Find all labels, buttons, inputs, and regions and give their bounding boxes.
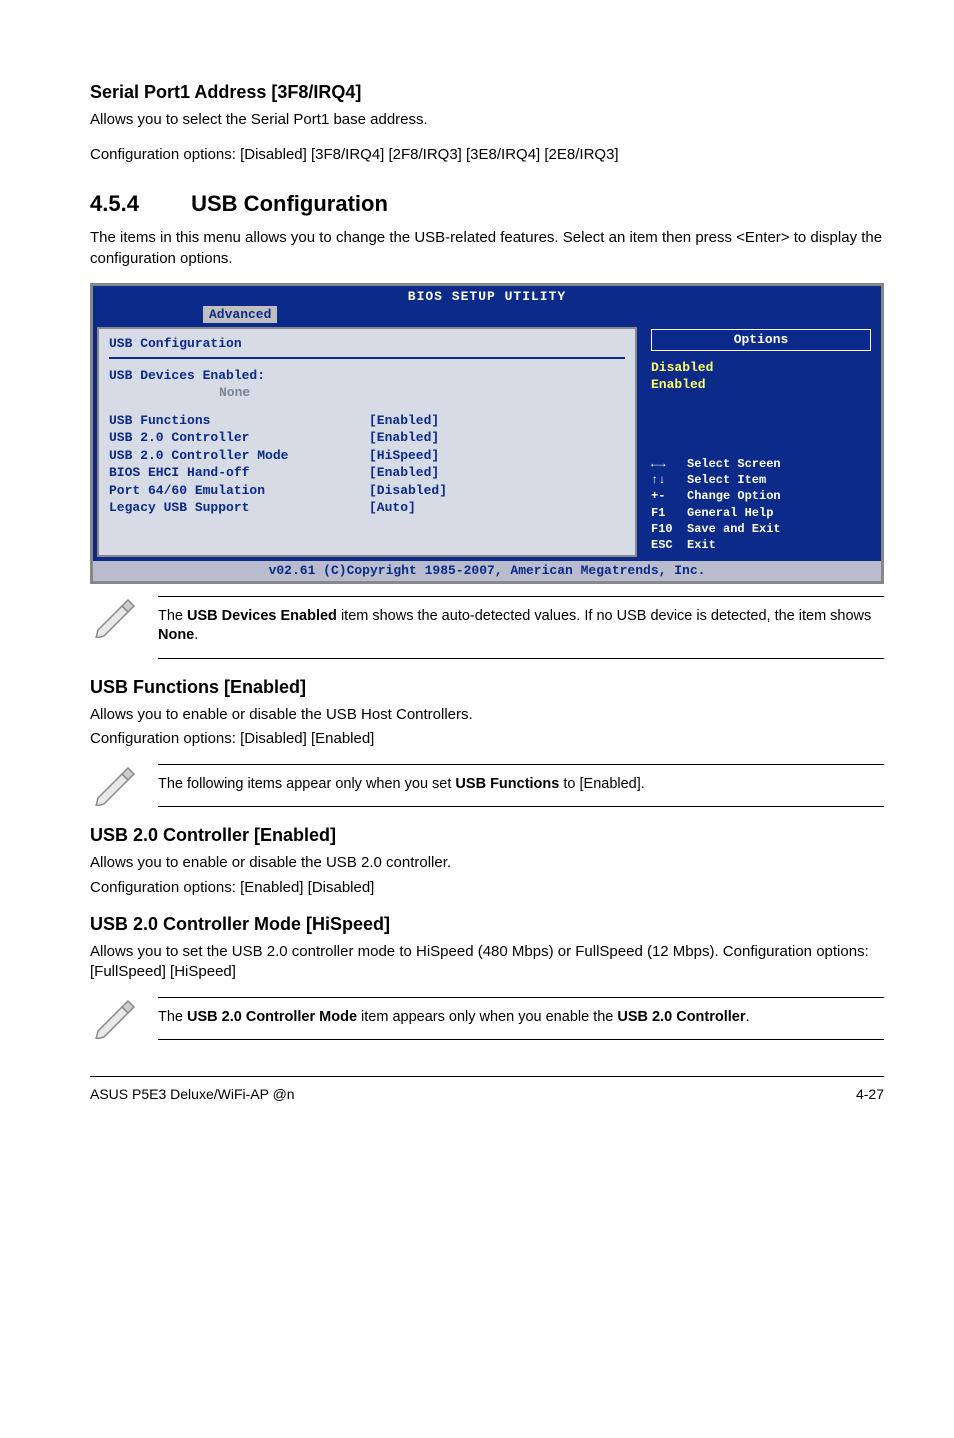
note-text: The xyxy=(158,1009,187,1025)
footer-page-number: 4-27 xyxy=(856,1085,884,1104)
para-usb-controller-desc: Allows you to enable or disable the USB … xyxy=(90,853,884,873)
para-serial-port1-opts: Configuration options: [Disabled] [3F8/I… xyxy=(90,145,884,165)
bios-tab-advanced: Advanced xyxy=(203,306,277,324)
nav-text: Change Option xyxy=(687,489,781,503)
pencil-icon xyxy=(92,997,140,1039)
para-controller-mode: Allows you to set the USB 2.0 controller… xyxy=(90,942,884,983)
para-usb-functions-opts: Configuration options: [Disabled] [Enabl… xyxy=(90,729,884,749)
note-controller-mode: The USB 2.0 Controller Mode item appears… xyxy=(90,997,884,1041)
bios-val: [Enabled] xyxy=(369,412,439,430)
heading-controller-mode: USB 2.0 Controller Mode [HiSpeed] xyxy=(90,912,884,936)
nav-key: +- xyxy=(651,488,687,504)
nav-key: ←→ xyxy=(651,456,687,472)
bios-lbl: Legacy USB Support xyxy=(109,499,369,517)
bios-row-usb-controller: USB 2.0 Controller [Enabled] xyxy=(109,429,625,447)
note-bold: USB 2.0 Controller xyxy=(617,1009,745,1025)
bios-screenshot: BIOS SETUP UTILITY Advanced USB Configur… xyxy=(90,283,884,584)
bios-val: [Enabled] xyxy=(369,464,439,482)
bios-devices-value: None xyxy=(109,384,625,402)
note-text: item appears only when you enable the xyxy=(357,1009,617,1025)
note-text: The following items appear only when you… xyxy=(158,776,455,792)
para-usb-functions-desc: Allows you to enable or disable the USB … xyxy=(90,705,884,725)
bios-lbl: USB Functions xyxy=(109,412,369,430)
nav-key: F10 xyxy=(651,521,687,537)
note-text: . xyxy=(746,1009,750,1025)
note-bold: USB Devices Enabled xyxy=(187,608,337,624)
heading-usb-functions: USB Functions [Enabled] xyxy=(90,675,884,699)
bios-options-header: Options xyxy=(651,329,871,351)
bios-val: [Disabled] xyxy=(369,482,447,500)
nav-text: Save and Exit xyxy=(687,522,781,536)
pencil-icon xyxy=(92,596,140,638)
note-usb-functions-enabled: The following items appear only when you… xyxy=(90,764,884,808)
heading-usb-controller: USB 2.0 Controller [Enabled] xyxy=(90,823,884,847)
bios-option-disabled: Disabled xyxy=(651,359,871,377)
bios-right-panel: Options Disabled Enabled ←→Select Screen… xyxy=(641,323,881,561)
bios-lbl: BIOS EHCI Hand-off xyxy=(109,464,369,482)
note-text: item shows the auto-detected values. If … xyxy=(337,608,871,624)
bios-val: [Auto] xyxy=(369,499,416,517)
bios-val: [Enabled] xyxy=(369,429,439,447)
nav-text: Select Screen xyxy=(687,457,781,471)
heading-usb-configuration: 4.5.4 USB Configuration xyxy=(90,189,884,219)
bios-copyright: v02.61 (C)Copyright 1985-2007, American … xyxy=(93,561,881,581)
nav-text: General Help xyxy=(687,506,773,520)
bios-lbl: USB 2.0 Controller Mode xyxy=(109,447,369,465)
bios-panel-header: USB Configuration xyxy=(109,335,625,353)
bios-nav-help: ←→Select Screen ↑↓Select Item +-Change O… xyxy=(651,456,781,553)
note-bold: None xyxy=(158,627,194,643)
section-number: 4.5.4 xyxy=(90,189,185,219)
nav-key: ↑↓ xyxy=(651,472,687,488)
note-text: The xyxy=(158,608,187,624)
bios-title: BIOS SETUP UTILITY xyxy=(93,286,881,306)
heading-serial-port1: Serial Port1 Address [3F8/IRQ4] xyxy=(90,80,884,104)
note-bold: USB 2.0 Controller Mode xyxy=(187,1009,357,1025)
bios-row-ehci-handoff: BIOS EHCI Hand-off [Enabled] xyxy=(109,464,625,482)
bios-lbl: USB 2.0 Controller xyxy=(109,429,369,447)
bios-devices-label: USB Devices Enabled: xyxy=(109,367,625,385)
bios-row-usb-functions: USB Functions [Enabled] xyxy=(109,412,625,430)
bios-row-legacy-usb: Legacy USB Support [Auto] xyxy=(109,499,625,517)
nav-key: ESC xyxy=(651,537,687,553)
pencil-icon xyxy=(92,764,140,806)
bios-left-panel: USB Configuration USB Devices Enabled: N… xyxy=(97,327,637,557)
page-footer: ASUS P5E3 Deluxe/WiFi-AP @n 4-27 xyxy=(90,1076,884,1104)
para-serial-port1-desc: Allows you to select the Serial Port1 ba… xyxy=(90,110,884,130)
nav-key: F1 xyxy=(651,505,687,521)
note-usb-devices-enabled: The USB Devices Enabled item shows the a… xyxy=(90,596,884,659)
para-usb-controller-opts: Configuration options: [Enabled] [Disabl… xyxy=(90,878,884,898)
bios-row-port6460: Port 64/60 Emulation [Disabled] xyxy=(109,482,625,500)
note-bold: USB Functions xyxy=(455,776,559,792)
section-title: USB Configuration xyxy=(191,191,388,216)
nav-text: Select Item xyxy=(687,473,766,487)
bios-option-enabled: Enabled xyxy=(651,376,871,394)
nav-text: Exit xyxy=(687,538,716,552)
bios-row-controller-mode: USB 2.0 Controller Mode [HiSpeed] xyxy=(109,447,625,465)
note-text: to [Enabled]. xyxy=(559,776,644,792)
note-text: . xyxy=(194,627,198,643)
footer-product: ASUS P5E3 Deluxe/WiFi-AP @n xyxy=(90,1085,295,1104)
para-usb-config-intro: The items in this menu allows you to cha… xyxy=(90,228,884,269)
bios-lbl: Port 64/60 Emulation xyxy=(109,482,369,500)
bios-val: [HiSpeed] xyxy=(369,447,439,465)
